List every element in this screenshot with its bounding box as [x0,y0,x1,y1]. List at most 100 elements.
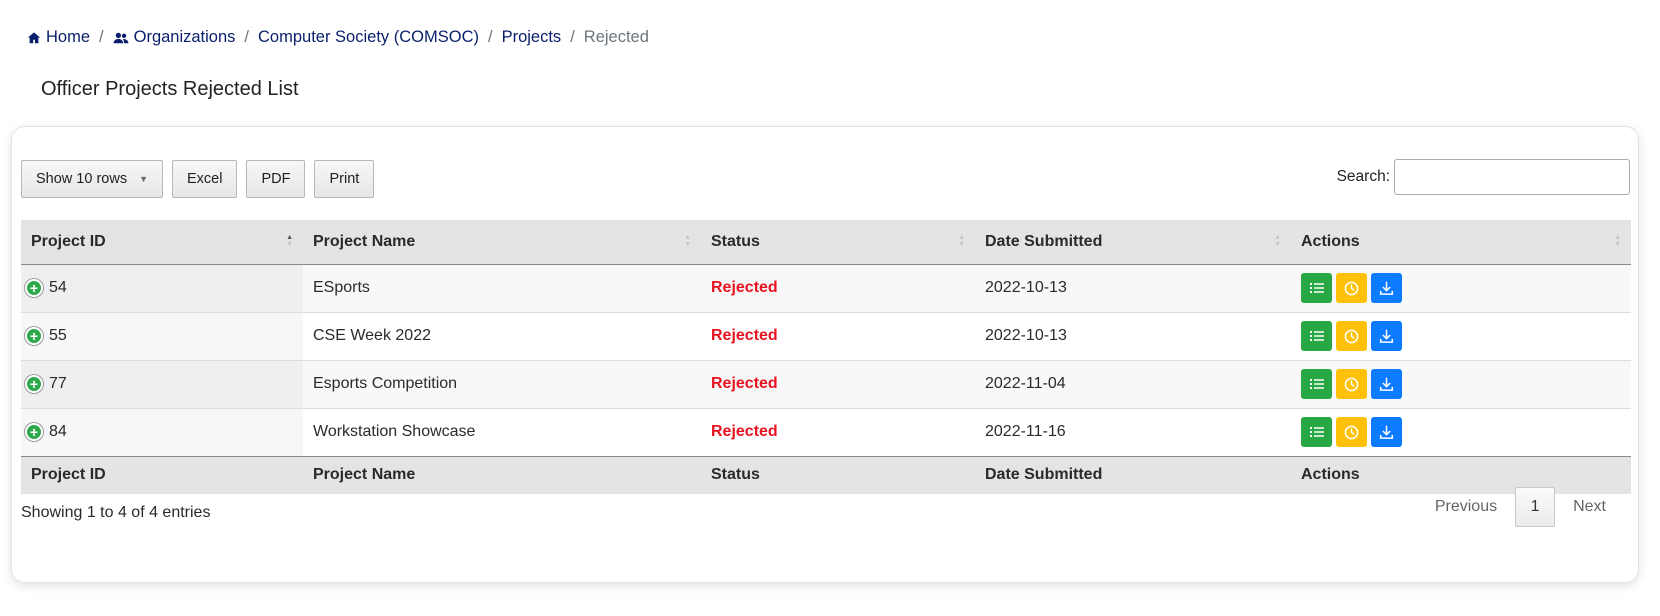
table-row: +77 Esports Competition Rejected 2022-11… [21,359,1631,408]
list-icon [1309,331,1324,341]
table-header-row: Project ID ▲ ▼ Project Name ▲ ▼ Status ▲ ▼ Dat… [21,220,1631,265]
cell-actions [1291,311,1631,360]
breadcrumb-projects[interactable]: Projects [502,28,562,47]
cell-project-name: CSE Week 2022 [303,311,701,360]
cell-actions [1291,264,1631,312]
history-button[interactable] [1336,273,1367,303]
column-header-project-name[interactable]: Project Name ▲ ▼ [303,220,701,265]
view-details-button[interactable] [1301,417,1332,447]
show-rows-label: Show 10 rows [36,171,128,187]
home-icon [27,31,41,43]
cell-project-name: Workstation Showcase [303,407,701,456]
table-row: +55 CSE Week 2022 Rejected 2022-10-13 [21,311,1631,360]
breadcrumb-separator: / [244,28,250,46]
breadcrumb-separator: / [99,28,104,46]
previous-page-button[interactable]: Previous [1417,498,1515,516]
show-rows-dropdown[interactable]: Show 10 rows ▼ [21,160,163,198]
breadcrumb-organization[interactable]: Computer Society (COMSOC) [258,28,479,47]
cell-project-id: +77 [21,359,303,408]
cell-date-submitted: 2022-10-13 [975,311,1291,360]
users-icon [113,32,129,43]
cell-actions [1291,407,1631,456]
clock-icon [1344,377,1359,391]
breadcrumb-home-label: Home [46,28,91,46]
footer-project-name: Project Name [303,455,701,494]
column-header-project-id[interactable]: Project ID ▲ ▼ [21,220,303,265]
footer-date-submitted: Date Submitted [975,455,1291,494]
page-title: Officer Projects Rejected List [41,78,299,100]
table-footer-row: Project ID Project Name Status Date Subm… [21,455,1631,494]
download-button[interactable] [1371,273,1402,303]
sort-icon: ▲ ▼ [1274,234,1281,248]
excel-button[interactable]: Excel [172,160,238,198]
footer-status: Status [701,455,975,494]
pagination: Previous 1 Next [1417,487,1624,527]
clock-icon [1344,329,1359,343]
cell-project-name: ESports [303,264,701,312]
breadcrumb-organizations[interactable]: Organizations [113,28,236,47]
cell-project-id: +55 [21,311,303,360]
breadcrumb-current: Rejected [583,28,649,46]
breadcrumb-organizations-label: Organizations [133,28,236,46]
breadcrumb-organization-label: Computer Society (COMSOC) [258,28,479,46]
expand-row-icon[interactable]: + [25,278,43,297]
cell-status: Rejected [701,311,975,360]
breadcrumb-separator: / [487,28,493,46]
download-icon [1379,425,1394,439]
history-button[interactable] [1336,417,1367,447]
search-input[interactable] [1394,159,1630,195]
pdf-button[interactable]: PDF [246,160,306,198]
list-icon [1309,283,1324,293]
clock-icon [1344,425,1359,439]
table-toolbar: Show 10 rows ▼ Excel PDF Print [21,160,375,198]
cell-actions [1291,359,1631,408]
page-1-button[interactable]: 1 [1515,487,1556,527]
expand-row-icon[interactable]: + [25,374,43,393]
projects-table: Project ID ▲ ▼ Project Name ▲ ▼ Status ▲ ▼ Dat… [21,220,1631,494]
projects-card: Show 10 rows ▼ Excel PDF Print Search: P… [11,126,1639,583]
download-button[interactable] [1371,417,1402,447]
table-row: +84 Workstation Showcase Rejected 2022-1… [21,407,1631,456]
sort-icon: ▲ ▼ [684,234,691,248]
view-details-button[interactable] [1301,369,1332,399]
table-info: Showing 1 to 4 of 4 entries [21,504,211,521]
cell-date-submitted: 2022-11-04 [975,359,1291,408]
list-icon [1309,427,1324,437]
column-header-status[interactable]: Status ▲ ▼ [701,220,975,265]
breadcrumb: Home / Organizations / Computer Society … [27,28,649,47]
cell-project-name: Esports Competition [303,359,701,408]
expand-row-icon[interactable]: + [25,422,43,441]
download-icon [1379,281,1394,295]
cell-status: Rejected [701,264,975,312]
breadcrumb-home[interactable]: Home [27,28,90,47]
download-button[interactable] [1371,321,1402,351]
breadcrumb-separator: / [570,28,575,46]
list-icon [1309,379,1324,389]
cell-status: Rejected [701,407,975,456]
column-header-actions[interactable]: Actions ▲ ▼ [1291,220,1631,265]
sort-asc-icon: ▲ ▼ [286,234,293,248]
caret-down-icon: ▼ [139,174,148,184]
download-button[interactable] [1371,369,1402,399]
history-button[interactable] [1336,321,1367,351]
footer-project-id: Project ID [21,455,303,494]
cell-project-id: +54 [21,264,303,312]
download-icon [1379,377,1394,391]
next-page-button[interactable]: Next [1555,498,1624,516]
print-button[interactable]: Print [314,160,375,198]
cell-status: Rejected [701,359,975,408]
view-details-button[interactable] [1301,321,1332,351]
column-header-date-submitted[interactable]: Date Submitted ▲ ▼ [975,220,1291,265]
breadcrumb-projects-label: Projects [501,28,562,46]
view-details-button[interactable] [1301,273,1332,303]
history-button[interactable] [1336,369,1367,399]
search-label: Search: [1336,168,1390,185]
sort-icon: ▲ ▼ [958,234,965,248]
cell-date-submitted: 2022-10-13 [975,264,1291,312]
table-row: +54 ESports Rejected 2022-10-13 [21,264,1631,312]
expand-row-icon[interactable]: + [25,326,43,345]
download-icon [1379,329,1394,343]
cell-project-id: +84 [21,407,303,456]
clock-icon [1344,281,1359,295]
sort-icon: ▲ ▼ [1614,234,1621,248]
